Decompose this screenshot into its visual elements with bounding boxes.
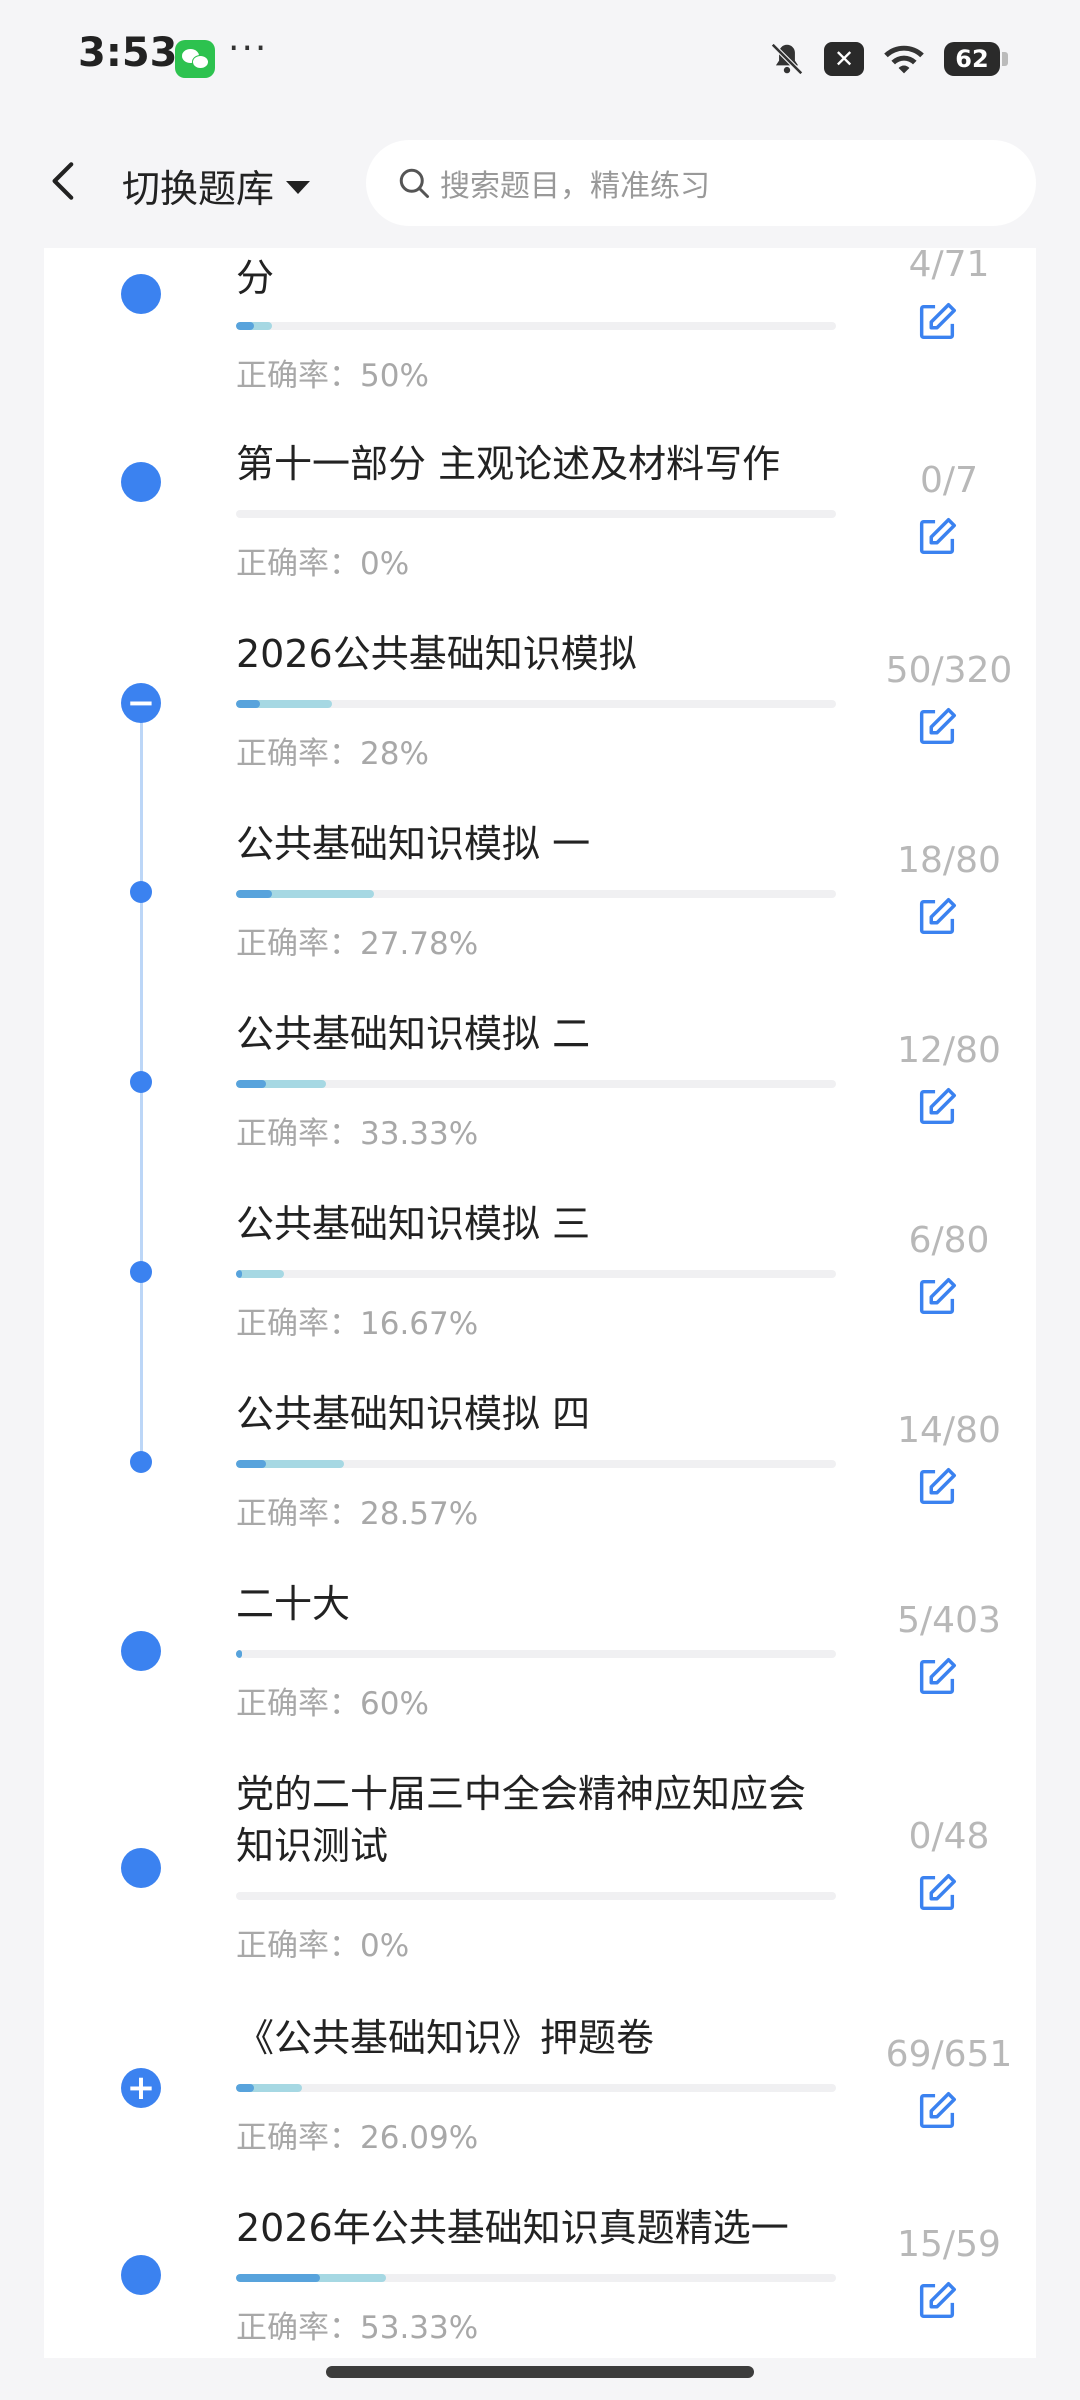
node-dot-icon [121, 274, 161, 314]
expand-plus-icon[interactable]: + [121, 2068, 161, 2108]
item-title: 《公共基础知识》押题卷 [236, 2016, 655, 2060]
edit-practice-icon[interactable] [914, 1870, 960, 1916]
sub-node-dot-icon [130, 1451, 152, 1473]
search-icon [399, 168, 429, 198]
item-title: 第十一部分 主观论述及材料写作 [236, 442, 781, 486]
battery-icon: 62 [944, 42, 1008, 76]
edit-practice-icon[interactable] [914, 2088, 960, 2134]
edit-practice-icon[interactable] [914, 2278, 960, 2324]
back-arrow-icon[interactable] [40, 156, 90, 206]
progress-bar [236, 1080, 836, 1088]
wifi-icon [884, 45, 924, 74]
progress-count: 15/59 [897, 2224, 1001, 2265]
progress-count: 12/80 [897, 1030, 1001, 1071]
sub-node-dot-icon [130, 1071, 152, 1093]
item-title: 公共基础知识模拟 二 [236, 1012, 591, 1056]
sub-node-dot-icon [130, 881, 152, 903]
accuracy-text: 正确率：28% [236, 736, 429, 772]
edit-practice-icon[interactable] [914, 1084, 960, 1130]
accuracy-text: 正确率：26.09% [236, 2120, 479, 2156]
progress-bar [236, 322, 836, 330]
accuracy-text: 正确率：0% [236, 546, 410, 582]
item-title: 分 [236, 256, 275, 300]
search-input[interactable]: 搜索题目，精准练习 [366, 140, 1036, 226]
edit-practice-icon[interactable] [914, 299, 960, 345]
caret-down-icon [286, 181, 311, 194]
progress-count: 69/651 [885, 2034, 1013, 2075]
item-title: 党的二十届三中全会精神应知应会知识测试 [236, 1772, 807, 1868]
sub-node-dot-icon [130, 1261, 152, 1283]
edit-practice-icon[interactable] [914, 1274, 960, 1320]
switch-question-bank-button[interactable]: 切换题库 [122, 158, 311, 213]
progress-bar [236, 2084, 836, 2092]
item-title: 二十大 [236, 1582, 351, 1626]
progress-bar [236, 700, 836, 708]
progress-count: 5/403 [897, 1600, 1001, 1641]
status-icons: ✕ 62 [768, 34, 1008, 84]
accuracy-text: 正确率：28.57% [236, 1496, 479, 1532]
progress-count: 18/80 [897, 840, 1001, 881]
edit-practice-icon[interactable] [914, 704, 960, 750]
progress-count: 50/320 [885, 650, 1013, 691]
wechat-notification-icon [175, 40, 215, 78]
item-title: 2026年公共基础知识真题精选一 [236, 2206, 789, 2250]
top-bar: 切换题库 搜索题目，精准练习 [0, 118, 1080, 248]
item-title: 公共基础知识模拟 一 [236, 822, 591, 866]
accuracy-text: 正确率：60% [236, 1686, 429, 1722]
item-title: 公共基础知识模拟 四 [236, 1392, 591, 1436]
progress-count: 0/48 [908, 1816, 990, 1857]
accuracy-text: 正确率：16.67% [236, 1306, 479, 1342]
progress-bar [236, 510, 836, 518]
item-title: 公共基础知识模拟 三 [236, 1202, 591, 1246]
progress-count: 4/71 [908, 248, 990, 285]
search-placeholder: 搜索题目，精准练习 [440, 169, 710, 204]
accuracy-text: 正确率：0% [236, 1928, 410, 1964]
more-notifications-icon: ··· [228, 28, 269, 69]
progress-bar [236, 890, 836, 898]
node-dot-icon [121, 1631, 161, 1671]
edit-practice-icon[interactable] [914, 514, 960, 560]
accuracy-text: 正确率：50% [236, 358, 429, 394]
mute-bell-icon [771, 43, 803, 75]
question-bank-list: 分 正确率：50% 4/71 第十一部分 主观论述及材料写作 正确率：0% 0/… [44, 248, 1036, 2358]
switch-question-bank-label: 切换题库 [122, 167, 275, 211]
node-dot-icon [121, 1848, 161, 1888]
node-dot-icon [121, 2255, 161, 2295]
progress-bar [236, 1892, 836, 1900]
accuracy-text: 正确率：53.33% [236, 2310, 479, 2346]
accuracy-text: 正确率：27.78% [236, 926, 479, 962]
node-dot-icon [121, 462, 161, 502]
x-status-icon: ✕ [824, 42, 864, 76]
progress-bar [236, 1460, 836, 1468]
progress-bar [236, 2274, 836, 2282]
progress-bar [236, 1650, 836, 1658]
progress-count: 6/80 [908, 1220, 990, 1261]
collapse-minus-icon[interactable]: − [121, 683, 161, 723]
accuracy-text: 正确率：33.33% [236, 1116, 479, 1152]
edit-practice-icon[interactable] [914, 894, 960, 940]
progress-count: 0/7 [920, 460, 978, 501]
edit-practice-icon[interactable] [914, 1464, 960, 1510]
status-bar: 3:53 ··· ✕ 62 [0, 0, 1080, 118]
edit-practice-icon[interactable] [914, 1654, 960, 1700]
status-time: 3:53 [78, 30, 178, 76]
item-title: 2026公共基础知识模拟 [236, 632, 637, 676]
home-indicator[interactable] [326, 2366, 754, 2378]
progress-bar [236, 1270, 836, 1278]
progress-count: 14/80 [897, 1410, 1001, 1451]
